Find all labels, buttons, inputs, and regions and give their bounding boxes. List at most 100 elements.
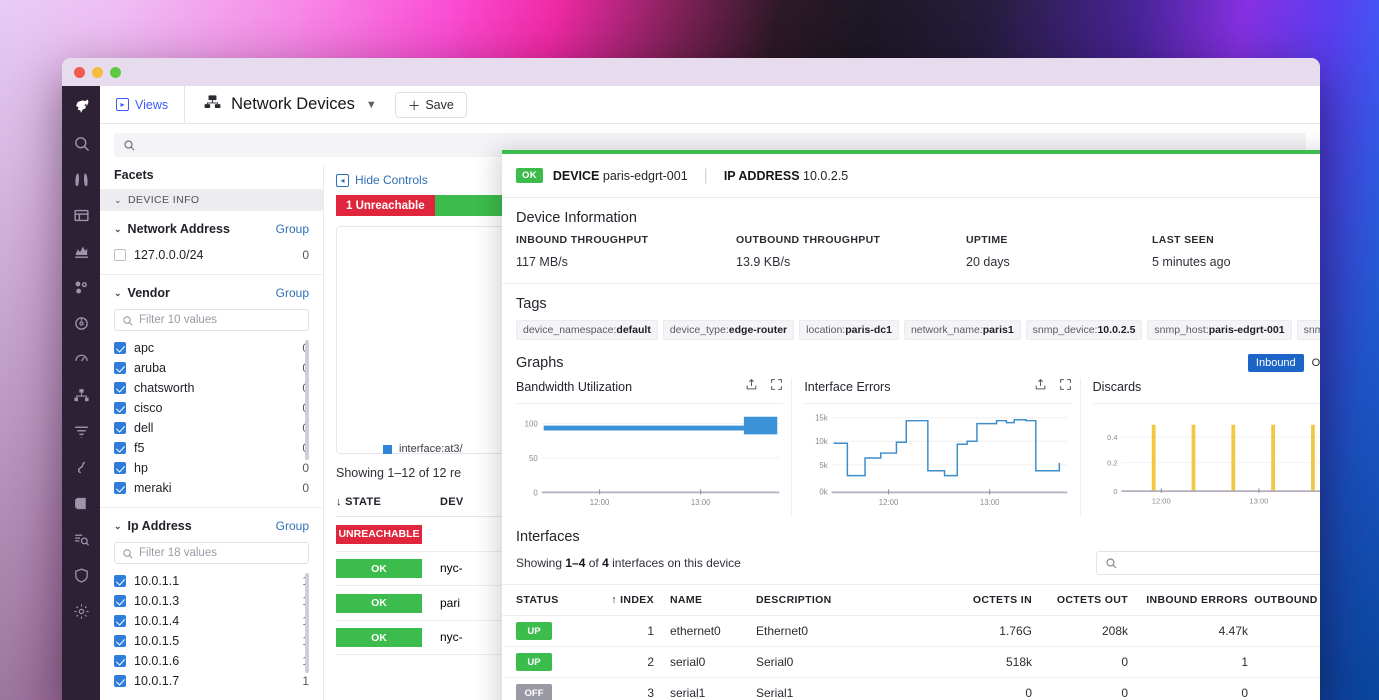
facet-checkbox[interactable] (114, 655, 126, 667)
toggle-outbound[interactable]: Outbound (1304, 354, 1320, 372)
watchdog-icon[interactable] (62, 161, 100, 197)
notebooks-icon[interactable] (62, 485, 100, 521)
facet-group-link[interactable]: Group (276, 519, 309, 533)
ip-label: IP ADDRESS 10.0.2.5 (723, 168, 849, 183)
network-icon[interactable] (62, 377, 100, 413)
column-name[interactable]: NAME (662, 594, 756, 606)
facet-checkbox[interactable] (114, 362, 126, 374)
column-status[interactable]: STATUS (516, 594, 590, 606)
rum-icon[interactable] (62, 341, 100, 377)
search-icon[interactable] (62, 125, 100, 161)
facet-group-link[interactable]: Group (276, 222, 309, 236)
window-titlebar (62, 58, 1320, 86)
facet-value-row[interactable]: dell0 (114, 418, 309, 438)
hide-controls-button[interactable]: ◂ Hide Controls (336, 173, 428, 187)
tag-chip[interactable]: network_name:paris1 (903, 320, 1021, 340)
chevron-down-icon[interactable]: ▼ (366, 99, 377, 111)
facet-value-row[interactable]: 10.0.1.7 1 (114, 671, 309, 691)
column-outbound-errors[interactable]: OUTBOUND ERRORS (1248, 594, 1320, 606)
tag-chip[interactable]: snmp_host:paris-edgrt-001 (1147, 320, 1292, 340)
views-button[interactable]: ▸ Views (100, 86, 186, 123)
facet-value-row[interactable]: 10.0.1.31 (114, 591, 309, 611)
facet-scrollbar[interactable] (305, 573, 309, 673)
facet-scrollbar[interactable] (305, 340, 309, 460)
tag-chip[interactable]: location:paris-dc1 (799, 320, 899, 340)
status-badge-unreachable[interactable]: 1 Unreachable (336, 195, 435, 216)
facet-checkbox[interactable] (114, 575, 126, 587)
facet-group-link[interactable]: Group (276, 286, 309, 300)
facet-checkbox[interactable] (114, 249, 126, 261)
tag-chip[interactable]: snmp_device:10.0.2.5 (1025, 320, 1143, 340)
table-row[interactable]: UP 2 serial0 Serial0 518k 0 1 0 (502, 647, 1320, 678)
facet-value-row[interactable]: cisco0 (114, 398, 309, 418)
apm-icon[interactable] (62, 269, 100, 305)
facet-checkbox[interactable] (114, 462, 126, 474)
column-octets-in[interactable]: OCTETS IN (936, 594, 1032, 606)
interfaces-search-input[interactable] (1096, 551, 1320, 575)
info-key: LAST SEEN (1152, 234, 1215, 246)
window-maximize-button[interactable] (110, 66, 121, 78)
expand-icon[interactable] (770, 378, 783, 396)
facet-checkbox[interactable] (114, 675, 126, 687)
cell-octets-out: 0 (1121, 686, 1128, 700)
facet-value-row[interactable]: 10.0.1.51 (114, 631, 309, 651)
facet-value-row[interactable]: apc0 (114, 338, 309, 358)
share-icon[interactable] (1034, 378, 1047, 396)
facet-value-row[interactable]: 10.0.1.41 (114, 611, 309, 631)
settings-icon[interactable] (62, 593, 100, 629)
column-device[interactable]: DEV (440, 496, 464, 508)
window-minimize-button[interactable] (92, 66, 103, 78)
facet-value-row[interactable]: aruba0 (114, 358, 309, 378)
page-title[interactable]: Network Devices ▼ (185, 86, 389, 123)
facet-group-device-info[interactable]: ⌄ DEVICE INFO (100, 189, 323, 211)
facet-value-label: dell (134, 421, 154, 435)
facet-values-vendor: apc0 aruba0 chatsworth0 cisco0 dell0 f50… (114, 338, 309, 498)
facet-checkbox[interactable] (114, 482, 126, 494)
facet-value-row[interactable]: hp 0 (114, 458, 309, 478)
tags-title: Tags (516, 296, 547, 312)
chevron-down-icon[interactable]: ⌄ (114, 224, 122, 235)
tag-chip-truncated[interactable]: snmp_profil... (1296, 320, 1320, 340)
traces-icon[interactable] (62, 449, 100, 485)
security-icon[interactable] (62, 557, 100, 593)
facet-checkbox[interactable] (114, 402, 126, 414)
column-description[interactable]: DESCRIPTION (756, 594, 936, 606)
tag-chip[interactable]: device_type:edge-router (662, 320, 795, 340)
facet-checkbox[interactable] (114, 635, 126, 647)
save-button[interactable]: ＋ Save (394, 91, 467, 118)
share-icon[interactable] (745, 378, 758, 396)
table-row[interactable]: OFF 3 serial1 Serial1 0 0 0 0 (502, 678, 1320, 700)
facet-checkbox[interactable] (114, 442, 126, 454)
datadog-logo-icon[interactable] (62, 89, 100, 125)
profiler-icon[interactable] (62, 521, 100, 557)
tag-chip[interactable]: device_namespace:default (516, 320, 658, 340)
table-row[interactable]: UP 1 ethernet0 Ethernet0 1.76G 208k 4.47… (502, 616, 1320, 647)
facet-checkbox[interactable] (114, 422, 126, 434)
chevron-down-icon[interactable]: ⌄ (114, 288, 122, 299)
facet-checkbox[interactable] (114, 615, 126, 627)
facet-checkbox[interactable] (114, 382, 126, 394)
facet-value-row[interactable]: chatsworth0 (114, 378, 309, 398)
window-close-button[interactable] (74, 66, 85, 78)
metrics-icon[interactable] (62, 233, 100, 269)
synthetics-icon[interactable] (62, 305, 100, 341)
facet-filter-input-vendor[interactable]: Filter 10 values (114, 309, 309, 331)
logs-icon[interactable] (62, 413, 100, 449)
expand-icon[interactable] (1059, 378, 1072, 396)
facet-value-row[interactable]: 10.0.1.11 (114, 571, 309, 591)
column-state[interactable]: ↓ STATE (336, 496, 440, 508)
column-index[interactable]: ↑ INDEX (590, 594, 662, 606)
toggle-inbound[interactable]: Inbound (1247, 354, 1304, 372)
column-octets-out[interactable]: OCTETS OUT (1032, 594, 1128, 606)
chevron-down-icon[interactable]: ⌄ (114, 521, 122, 532)
facet-checkbox[interactable] (114, 342, 126, 354)
facet-value-row[interactable]: f50 (114, 438, 309, 458)
facet-value-row[interactable]: 127.0.0.0/24 0 (114, 245, 309, 265)
facet-checkbox[interactable] (114, 595, 126, 607)
facet-value-row[interactable]: meraki 0 (114, 478, 309, 498)
device-name: nyc- (440, 630, 463, 645)
facet-filter-input-ip[interactable]: Filter 18 values (114, 542, 309, 564)
facet-value-row[interactable]: 10.0.1.61 (114, 651, 309, 671)
dashboard-icon[interactable] (62, 197, 100, 233)
column-inbound-errors[interactable]: INBOUND ERRORS (1128, 594, 1248, 606)
